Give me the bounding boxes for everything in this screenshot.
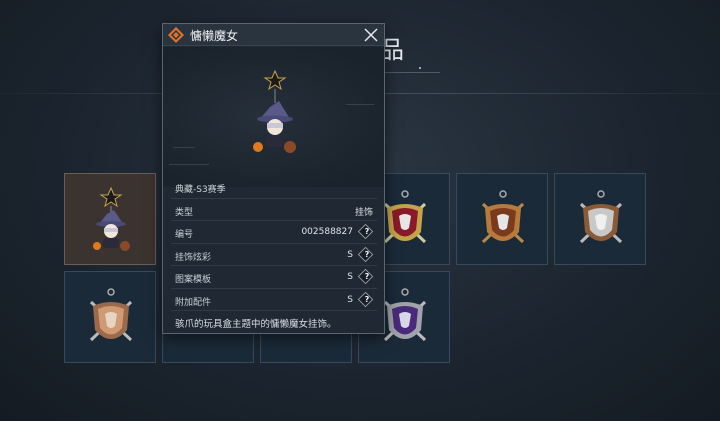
help-icon[interactable]: ?	[357, 268, 374, 285]
attribute-label: 典藏-S3赛季	[175, 185, 226, 195]
attribute-label: 编号	[175, 230, 194, 240]
preview-decor-line	[169, 164, 209, 165]
attribute-row-color: 挂饰炫彩 S ?	[171, 244, 377, 266]
item-detail-popup: 慵懒魔女 典藏-S3赛季 类型 挂饰 编号 002588827 ? 挂饰炫彩 S…	[162, 23, 385, 334]
item-description: 骇爪的玩具盒主题中的慵懒魔女挂饰。	[175, 319, 337, 330]
attribute-row-pattern: 图案模板 S ?	[171, 266, 377, 289]
shield-charm-icon	[89, 288, 133, 342]
popup-header: 慵懒魔女	[163, 24, 384, 46]
attribute-label: 挂饰炫彩	[175, 252, 212, 263]
item-tile-shield-silver[interactable]	[554, 173, 646, 265]
witch-charm-preview-icon	[253, 69, 296, 153]
attribute-row-serial: 编号 002588827 ?	[171, 221, 377, 244]
shield-charm-icon	[481, 190, 525, 244]
title-underline	[380, 72, 440, 73]
attribute-label: 附加配件	[175, 297, 212, 308]
help-icon[interactable]: ?	[357, 291, 374, 307]
attribute-value: 002588827	[301, 227, 353, 237]
close-icon[interactable]	[362, 26, 380, 44]
item-preview	[163, 47, 384, 187]
preview-decor-line	[173, 147, 195, 148]
preview-decor-line	[346, 104, 374, 105]
attribute-row-type: 类型 挂饰	[171, 199, 377, 221]
attribute-label: 类型	[175, 207, 194, 218]
attribute-value: S	[347, 294, 353, 305]
help-icon[interactable]: ?	[357, 246, 374, 262]
attribute-row-accessory: 附加配件 S ?	[171, 289, 377, 311]
popup-title: 慵懒魔女	[190, 29, 239, 43]
item-tile-witch[interactable]	[64, 173, 156, 265]
help-icon[interactable]: ?	[357, 223, 374, 240]
attribute-value: S	[347, 249, 353, 260]
attribute-list: 典藏-S3赛季 类型 挂饰 编号 002588827 ? 挂饰炫彩 S ? 图案…	[171, 176, 377, 311]
attribute-value: 挂饰	[354, 207, 373, 218]
shield-charm-icon	[579, 190, 623, 244]
title-dot	[419, 67, 421, 69]
attribute-value: S	[347, 272, 353, 282]
item-tile-shield-orange[interactable]	[456, 173, 548, 265]
attribute-label: 图案模板	[175, 275, 212, 285]
item-tile-shield-tan[interactable]	[64, 271, 156, 363]
orange-diamond-emblem-icon	[168, 27, 184, 43]
witch-charm-icon	[93, 186, 130, 251]
attribute-row-season: 典藏-S3赛季	[171, 176, 377, 199]
